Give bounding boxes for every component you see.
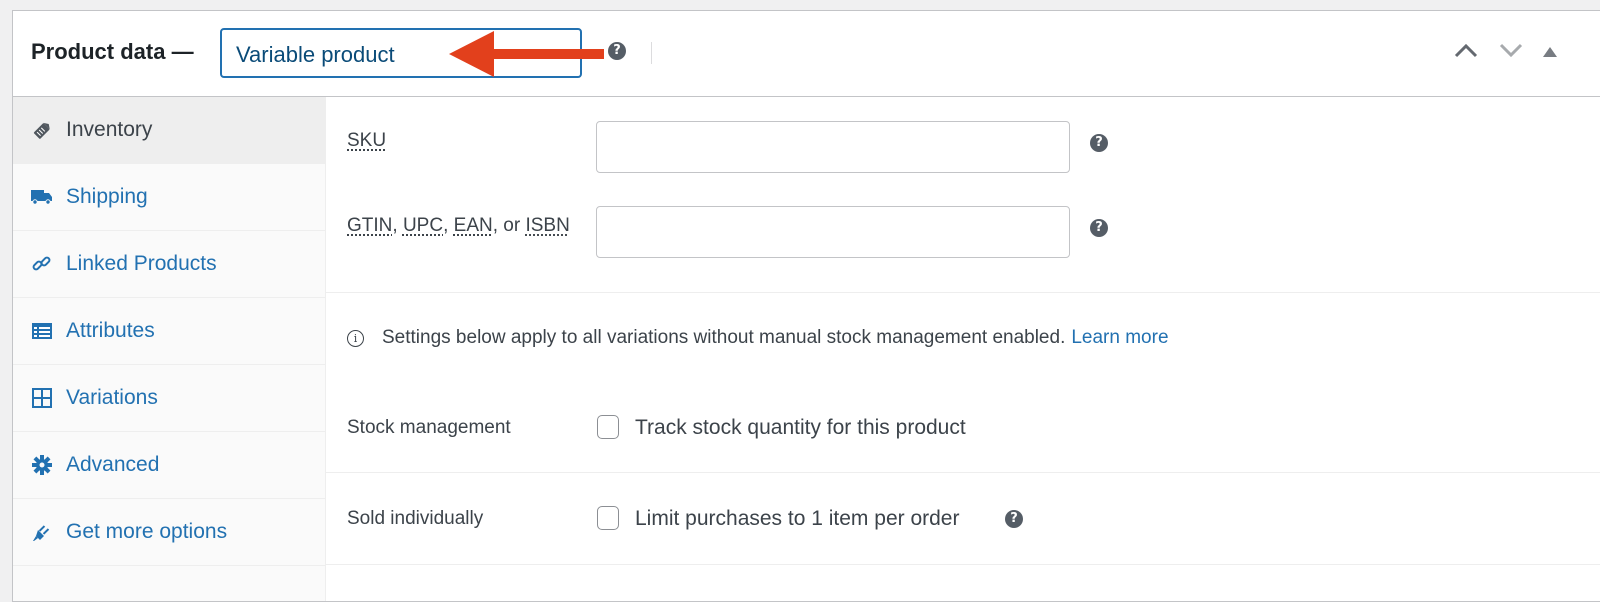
panel-header: Product data — Variable product ?: [13, 11, 1600, 97]
stock-management-label: Stock management: [347, 417, 511, 438]
move-down-icon[interactable]: [1498, 41, 1524, 59]
tab-label: Linked Products: [66, 252, 217, 275]
help-icon[interactable]: ?: [608, 42, 626, 60]
truck-icon: [31, 186, 53, 208]
tab-get-more-options[interactable]: Get more options: [13, 499, 325, 566]
tag-icon: [31, 119, 53, 141]
sku-label: SKU: [347, 130, 387, 151]
notice-text: Settings below apply to all variations w…: [382, 327, 1066, 348]
divider: [326, 472, 1600, 473]
gear-icon: [31, 454, 53, 476]
divider: [326, 292, 1600, 293]
link-icon: [31, 253, 53, 275]
stock-management-checkbox[interactable]: [597, 415, 619, 439]
toggle-panel-icon[interactable]: [1543, 47, 1557, 57]
tab-attributes[interactable]: Attributes: [13, 298, 325, 365]
tab-label: Shipping: [66, 185, 148, 208]
red-arrow-annotation-icon: [449, 31, 604, 77]
tab-linked-products[interactable]: Linked Products: [13, 231, 325, 298]
tab-label: Inventory: [66, 118, 153, 141]
product-data-tabs: Inventory Shipping Linked Products Attri…: [13, 97, 326, 601]
gtin-label: GTIN, UPC, EAN, or ISBN: [347, 215, 570, 236]
sold-individually-checkbox[interactable]: [597, 506, 619, 530]
move-up-icon[interactable]: [1453, 41, 1479, 59]
product-data-panel: Product data — Variable product ? Invent…: [12, 10, 1600, 602]
tab-variations[interactable]: Variations: [13, 365, 325, 432]
panel-title: Product data —: [31, 39, 194, 64]
stock-management-checkbox-label[interactable]: Track stock quantity for this product: [635, 416, 966, 440]
tab-shipping[interactable]: Shipping: [13, 164, 325, 231]
product-type-value: Variable product: [236, 42, 395, 67]
tab-label: Advanced: [66, 453, 160, 476]
sku-input[interactable]: [596, 121, 1070, 173]
tab-label: Attributes: [66, 319, 155, 342]
list-icon: [31, 320, 53, 342]
plugin-icon: [31, 521, 53, 543]
tab-label: Variations: [66, 386, 158, 409]
sold-individually-checkbox-label[interactable]: Limit purchases to 1 item per order: [635, 507, 959, 531]
tab-inventory[interactable]: Inventory: [13, 97, 325, 164]
grid-icon: [31, 387, 53, 409]
inventory-notice: i Settings below apply to all variations…: [347, 327, 1169, 349]
learn-more-link[interactable]: Learn more: [1071, 327, 1168, 349]
inventory-panel: SKU ? GTIN, UPC, EAN, or ISBN ? i Settin…: [326, 97, 1600, 601]
help-icon[interactable]: ?: [1090, 219, 1108, 237]
tab-advanced[interactable]: Advanced: [13, 432, 325, 499]
tab-label: Get more options: [66, 520, 228, 543]
info-icon: i: [347, 329, 364, 347]
gtin-input[interactable]: [596, 206, 1070, 258]
help-icon[interactable]: ?: [1005, 510, 1023, 528]
divider: [326, 564, 1600, 565]
sold-individually-label: Sold individually: [347, 508, 484, 529]
help-icon[interactable]: ?: [1090, 134, 1108, 152]
header-divider: [651, 42, 652, 64]
